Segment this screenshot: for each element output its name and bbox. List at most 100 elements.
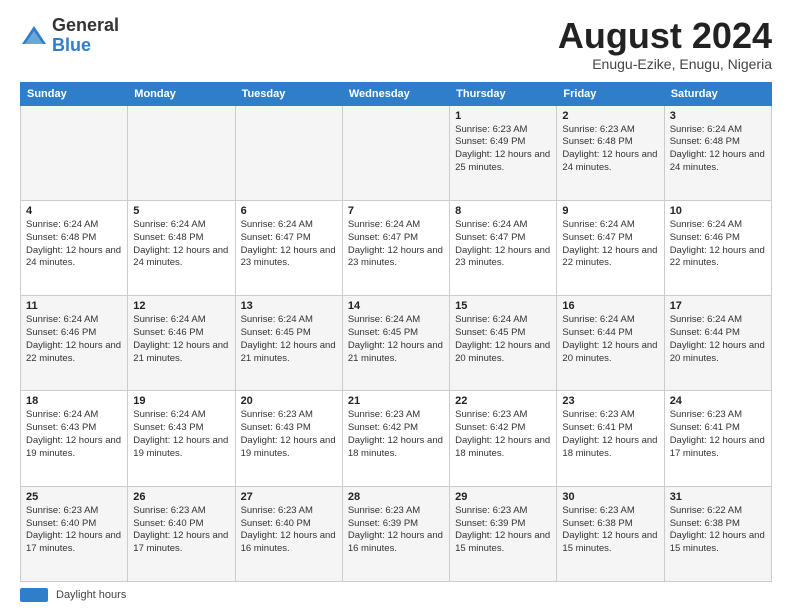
day-number: 11: [26, 300, 122, 312]
calendar-cell: 21Sunrise: 6:23 AM Sunset: 6:42 PM Dayli…: [342, 391, 449, 486]
day-info: Sunrise: 6:24 AM Sunset: 6:47 PM Dayligh…: [562, 219, 658, 270]
day-number: 26: [133, 491, 229, 503]
calendar-cell: 23 Sunrise: 6:23 AM Sunset: 6:41 PM Dayli…: [557, 391, 664, 486]
day-info: Sunrise: 6:23 AM Sunset: 6:42 PM Dayligh…: [455, 409, 551, 460]
calendar-cell: 19Sunrise: 6:24 AM Sunset: 6:43 PM Dayli…: [128, 391, 235, 486]
day-info: Sunrise: 6:23 AM Sunset: 6:40 PM Dayligh…: [241, 505, 337, 556]
day-number: 12: [133, 300, 229, 312]
day-info: Sunrise: 6:24 AM Sunset: 6:43 PM Dayligh…: [26, 409, 122, 460]
day-info: Sunrise: 6:24 AM Sunset: 6:46 PM Dayligh…: [26, 314, 122, 365]
day-number: 13: [241, 300, 337, 312]
calendar-cell: [128, 105, 235, 200]
calendar-cell: 29 Sunrise: 6:23 AM Sunset: 6:39 PM Dayli…: [450, 486, 557, 581]
day-number: 4: [26, 205, 122, 217]
day-info: Sunrise: 6:24 AM Sunset: 6:45 PM Dayligh…: [455, 314, 551, 365]
footer-label: Daylight hours: [56, 589, 126, 601]
location: Enugu-Ezike, Enugu, Nigeria: [558, 56, 772, 72]
day-info: Sunrise: 6:23 AM Sunset: 6:40 PM Dayligh…: [133, 505, 229, 556]
day-info: Sunrise: 6:24 AM Sunset: 6:47 PM Dayligh…: [455, 219, 551, 270]
calendar-cell: [235, 105, 342, 200]
day-number: 16: [562, 300, 658, 312]
calendar-cell: 30Sunrise: 6:23 AM Sunset: 6:38 PM Dayli…: [557, 486, 664, 581]
day-number: 19: [133, 395, 229, 407]
calendar-cell: 22 Sunrise: 6:23 AM Sunset: 6:42 PM Dayli…: [450, 391, 557, 486]
day-info: Sunrise: 6:23 AM Sunset: 6:39 PM Dayligh…: [455, 505, 551, 556]
day-number: 28: [348, 491, 444, 503]
day-number: 29: [455, 491, 551, 503]
col-sunday: Sunday: [21, 82, 128, 105]
calendar-cell: 25 Sunrise: 6:23 AM Sunset: 6:40 PM Dayli…: [21, 486, 128, 581]
calendar-cell: 31 Sunrise: 6:22 AM Sunset: 6:38 PM Dayli…: [664, 486, 771, 581]
col-monday: Monday: [128, 82, 235, 105]
col-saturday: Saturday: [664, 82, 771, 105]
title-block: August 2024 Enugu-Ezike, Enugu, Nigeria: [558, 16, 772, 72]
day-info: Sunrise: 6:24 AM Sunset: 6:44 PM Dayligh…: [562, 314, 658, 365]
calendar-cell: 17Sunrise: 6:24 AM Sunset: 6:44 PM Dayli…: [664, 296, 771, 391]
day-number: 8: [455, 205, 551, 217]
day-info: Sunrise: 6:22 AM Sunset: 6:38 PM Dayligh…: [670, 505, 766, 556]
day-number: 18: [26, 395, 122, 407]
calendar-cell: 28 Sunrise: 6:23 AM Sunset: 6:39 PM Dayli…: [342, 486, 449, 581]
day-number: 25: [26, 491, 122, 503]
day-info: Sunrise: 6:24 AM Sunset: 6:46 PM Dayligh…: [133, 314, 229, 365]
day-info: Sunrise: 6:24 AM Sunset: 6:48 PM Dayligh…: [670, 124, 766, 175]
day-number: 30: [562, 491, 658, 503]
calendar-cell: 3Sunrise: 6:24 AM Sunset: 6:48 PM Daylig…: [664, 105, 771, 200]
calendar-cell: [21, 105, 128, 200]
day-number: 15: [455, 300, 551, 312]
calendar-week-5: 25 Sunrise: 6:23 AM Sunset: 6:40 PM Dayli…: [21, 486, 772, 581]
logo-blue: Blue: [52, 35, 91, 55]
day-info: Sunrise: 6:23 AM Sunset: 6:43 PM Dayligh…: [241, 409, 337, 460]
calendar-table: Sunday Monday Tuesday Wednesday Thursday…: [20, 82, 772, 582]
calendar-cell: 1 Sunrise: 6:23 AM Sunset: 6:49 PM Daylig…: [450, 105, 557, 200]
day-info: Sunrise: 6:24 AM Sunset: 6:47 PM Dayligh…: [241, 219, 337, 270]
calendar-cell: 20Sunrise: 6:23 AM Sunset: 6:43 PM Dayli…: [235, 391, 342, 486]
calendar-cell: 7Sunrise: 6:24 AM Sunset: 6:47 PM Daylig…: [342, 200, 449, 295]
calendar-cell: 9 Sunrise: 6:24 AM Sunset: 6:47 PM Daylig…: [557, 200, 664, 295]
calendar-cell: 5 Sunrise: 6:24 AM Sunset: 6:48 PM Daylig…: [128, 200, 235, 295]
day-number: 24: [670, 395, 766, 407]
day-number: 14: [348, 300, 444, 312]
col-thursday: Thursday: [450, 82, 557, 105]
calendar-cell: 4 Sunrise: 6:24 AM Sunset: 6:48 PM Daylig…: [21, 200, 128, 295]
col-friday: Friday: [557, 82, 664, 105]
calendar-cell: 2 Sunrise: 6:23 AM Sunset: 6:48 PM Daylig…: [557, 105, 664, 200]
page: General Blue August 2024 Enugu-Ezike, En…: [0, 0, 792, 612]
day-info: Sunrise: 6:24 AM Sunset: 6:48 PM Dayligh…: [26, 219, 122, 270]
day-info: Sunrise: 6:23 AM Sunset: 6:49 PM Dayligh…: [455, 124, 551, 175]
logo: General Blue: [20, 16, 119, 56]
day-number: 5: [133, 205, 229, 217]
day-info: Sunrise: 6:23 AM Sunset: 6:42 PM Dayligh…: [348, 409, 444, 460]
day-info: Sunrise: 6:23 AM Sunset: 6:39 PM Dayligh…: [348, 505, 444, 556]
calendar-cell: 12 Sunrise: 6:24 AM Sunset: 6:46 PM Dayli…: [128, 296, 235, 391]
calendar-cell: [342, 105, 449, 200]
calendar-header-row: Sunday Monday Tuesday Wednesday Thursday…: [21, 82, 772, 105]
day-number: 22: [455, 395, 551, 407]
logo-icon: [20, 22, 48, 50]
calendar-cell: 14 Sunrise: 6:24 AM Sunset: 6:45 PM Dayli…: [342, 296, 449, 391]
day-info: Sunrise: 6:23 AM Sunset: 6:41 PM Dayligh…: [562, 409, 658, 460]
footer: Daylight hours: [20, 588, 772, 602]
calendar-week-2: 4 Sunrise: 6:24 AM Sunset: 6:48 PM Daylig…: [21, 200, 772, 295]
calendar-cell: 18 Sunrise: 6:24 AM Sunset: 6:43 PM Dayli…: [21, 391, 128, 486]
day-number: 6: [241, 205, 337, 217]
day-number: 1: [455, 110, 551, 122]
calendar-week-1: 1 Sunrise: 6:23 AM Sunset: 6:49 PM Daylig…: [21, 105, 772, 200]
day-info: Sunrise: 6:23 AM Sunset: 6:40 PM Dayligh…: [26, 505, 122, 556]
day-info: Sunrise: 6:24 AM Sunset: 6:44 PM Dayligh…: [670, 314, 766, 365]
day-info: Sunrise: 6:24 AM Sunset: 6:48 PM Dayligh…: [133, 219, 229, 270]
calendar-cell: 27Sunrise: 6:23 AM Sunset: 6:40 PM Dayli…: [235, 486, 342, 581]
calendar-cell: 13Sunrise: 6:24 AM Sunset: 6:45 PM Dayli…: [235, 296, 342, 391]
day-info: Sunrise: 6:24 AM Sunset: 6:45 PM Dayligh…: [348, 314, 444, 365]
calendar-week-4: 18 Sunrise: 6:24 AM Sunset: 6:43 PM Dayli…: [21, 391, 772, 486]
day-number: 2: [562, 110, 658, 122]
calendar-cell: 24Sunrise: 6:23 AM Sunset: 6:41 PM Dayli…: [664, 391, 771, 486]
calendar-cell: 11 Sunrise: 6:24 AM Sunset: 6:46 PM Dayli…: [21, 296, 128, 391]
day-number: 7: [348, 205, 444, 217]
day-number: 31: [670, 491, 766, 503]
day-number: 23: [562, 395, 658, 407]
day-number: 9: [562, 205, 658, 217]
col-tuesday: Tuesday: [235, 82, 342, 105]
day-info: Sunrise: 6:23 AM Sunset: 6:48 PM Dayligh…: [562, 124, 658, 175]
col-wednesday: Wednesday: [342, 82, 449, 105]
